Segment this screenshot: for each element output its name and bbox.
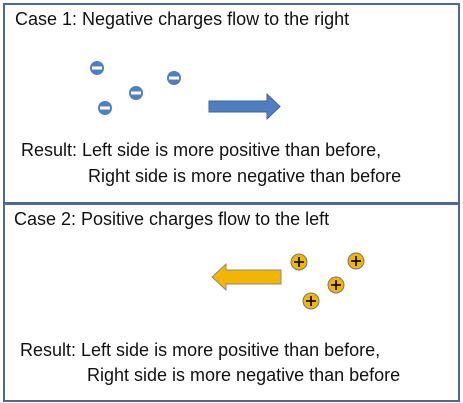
diagram-graphics: [90, 61, 365, 310]
positive-charge-icon: [290, 253, 308, 271]
negative-charge-icon: [167, 71, 181, 85]
negative-charge-icon: [129, 86, 143, 100]
positive-charge-icon: [347, 252, 365, 270]
negative-charge-icon: [90, 61, 104, 75]
positive-charge-icon: [302, 292, 320, 310]
positive-charge-icon: [327, 276, 345, 294]
negative-charge-icon: [98, 101, 112, 115]
arrow-left-icon: [211, 262, 282, 292]
arrow-right-icon: [208, 92, 281, 121]
